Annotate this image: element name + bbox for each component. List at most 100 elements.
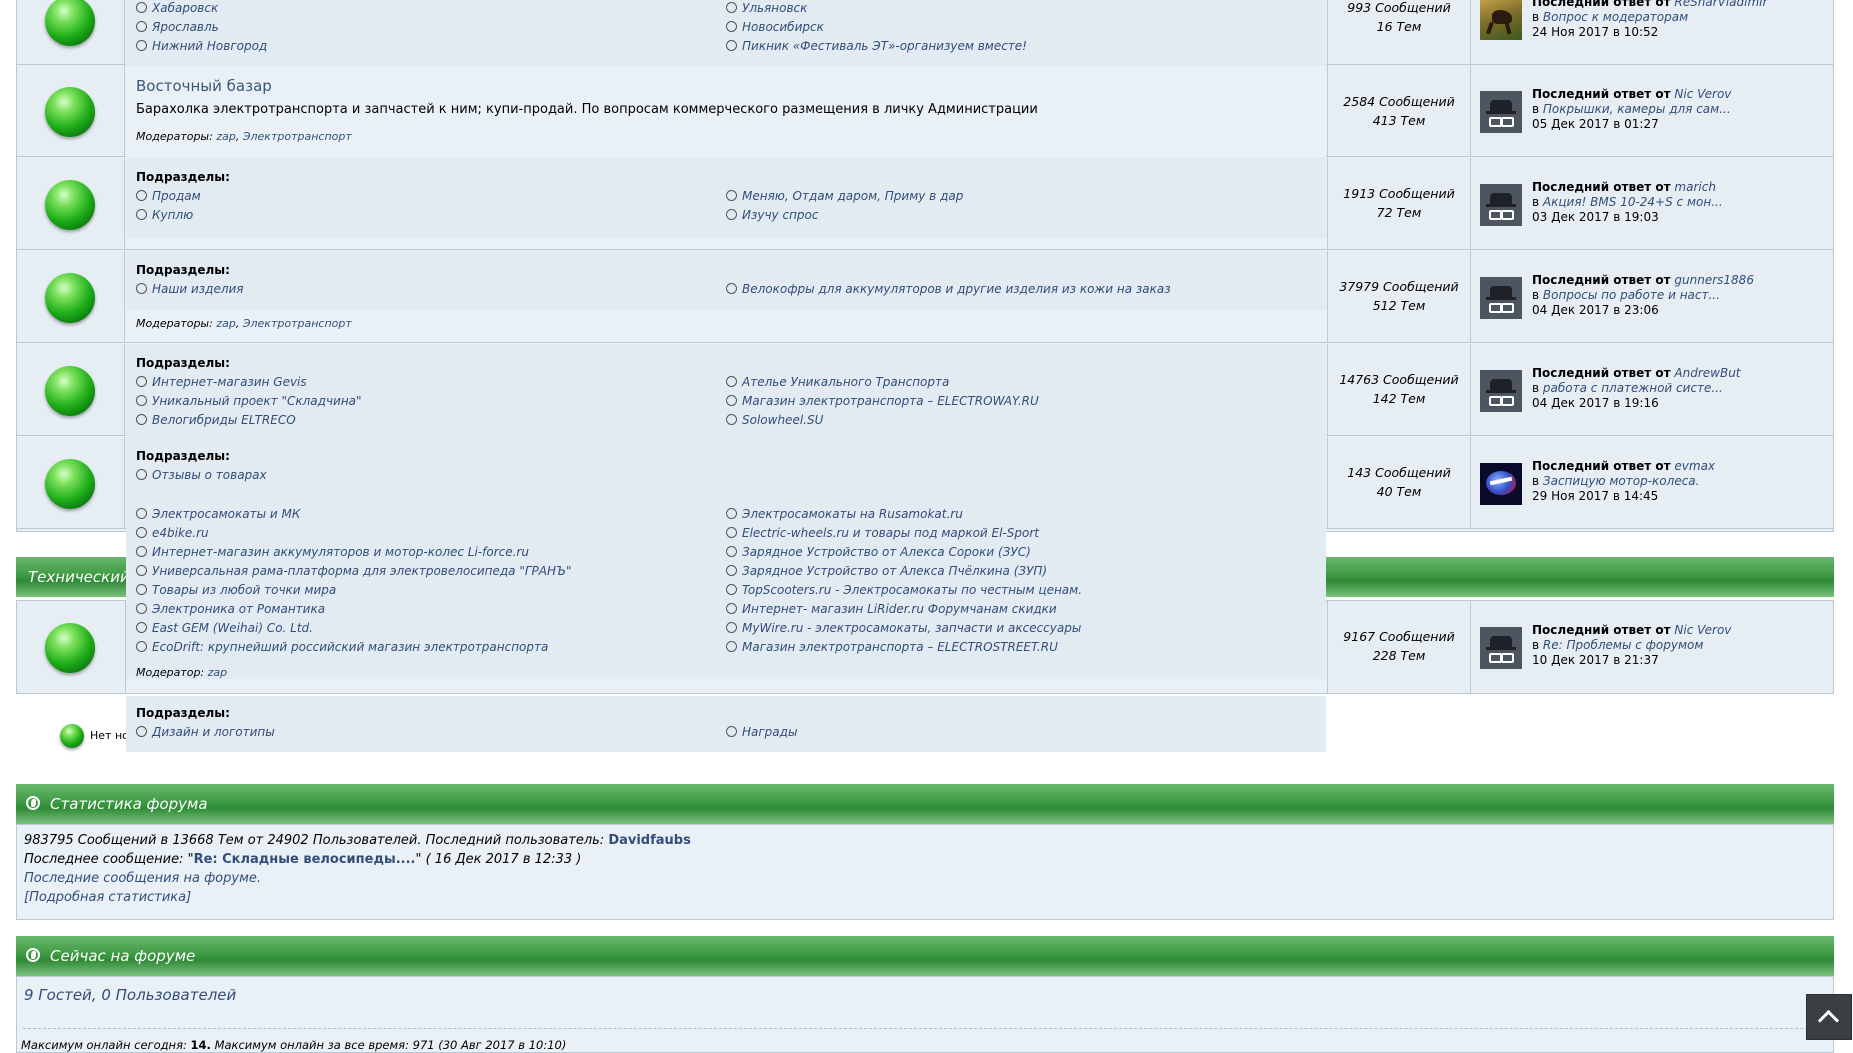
status-ball-icon — [45, 623, 95, 673]
last-post-user[interactable]: Nic Verov — [1674, 87, 1731, 101]
last-post-topic[interactable]: работа с платежной систе... — [1543, 381, 1723, 395]
posts-count: 1913 Сообщений — [1343, 186, 1455, 201]
subforum-link[interactable]: Электросамокаты и МК — [136, 507, 300, 521]
subforum-link[interactable]: Уникальный проект "Складчина" — [136, 394, 362, 408]
spy-avatar[interactable] — [1480, 91, 1522, 133]
subforum-link[interactable]: e4bike.ru — [136, 526, 209, 540]
subforum-panel: Хабаровск Ярославль Нижний Новгород Улья… — [126, 0, 1326, 66]
moderator-link[interactable]: zap — [216, 130, 236, 143]
spy-avatar[interactable] — [1480, 277, 1522, 319]
subforum-link[interactable]: Electric-wheels.ru и товары под маркой E… — [726, 526, 1039, 540]
subforum-link[interactable]: TopScooters.ru - Электросамокаты по чест… — [726, 583, 1082, 597]
spy-avatar[interactable] — [1480, 627, 1522, 669]
detailed-stats-link[interactable]: [Подробная статистика] — [24, 890, 191, 905]
status-ball-icon — [45, 459, 95, 509]
last-post-prefix: Последний ответ от — [1532, 273, 1671, 287]
subforum-link[interactable]: Магазин электротранспорта – ELECTROSTREE… — [726, 640, 1058, 654]
last-post-topic[interactable]: Re: Проблемы с форумом — [1543, 638, 1704, 652]
subforum-link[interactable]: EcoDrift: крупнейший российский магазин … — [136, 640, 548, 654]
last-post-topic[interactable]: Акция! BMS 10-24+S с мон... — [1543, 195, 1723, 209]
last-post-topic[interactable]: Заспицую мотор-колеса. — [1543, 474, 1700, 488]
online-title: Сейчас на форуме — [50, 947, 196, 965]
stats-line2: Последнее сообщение: "Re: Складные велос… — [24, 852, 581, 867]
subforum-link[interactable]: Отзывы о товарах — [136, 468, 267, 482]
subforum-link[interactable]: Дизайн и логотипы — [136, 725, 275, 739]
moderator-link[interactable]: Электротранспорт — [243, 317, 352, 330]
max-all-label: Максимум онлайн за все время: — [214, 1038, 409, 1052]
subforum-link[interactable]: Ярославль — [136, 20, 219, 34]
subforum-panel: Подразделы: Дизайн и логотипы Награды — [126, 696, 1326, 752]
subforum-link[interactable]: Ульяновск — [726, 1, 807, 15]
back-to-top-button[interactable] — [1806, 994, 1852, 1040]
last-post-user[interactable]: evmax — [1674, 459, 1715, 473]
horse-avatar[interactable] — [1480, 0, 1522, 40]
last-post-topic[interactable]: Покрышки, камеры для сам... — [1543, 102, 1731, 116]
moderator-link[interactable]: Электротранспорт — [243, 130, 352, 143]
moderators-strip: Модераторы: zap, Электротранспорт — [126, 310, 1326, 342]
max-all-value: 971 (30 Авг 2017 в 10:10) — [412, 1038, 567, 1052]
forum-info-panel: Восточный базар Барахолка электротранспо… — [126, 66, 1326, 157]
last-post-prefix: Последний ответ от — [1532, 459, 1671, 473]
last-post-user[interactable]: Nic Verov — [1674, 623, 1731, 637]
spy-avatar[interactable] — [1480, 370, 1522, 412]
moderator-link[interactable]: zap — [208, 666, 228, 679]
subforum-link[interactable]: Универсальная рама-платформа для электро… — [136, 564, 572, 578]
forum-stats: 9167 Сообщений 228 Тем — [1327, 601, 1471, 693]
last-post: Последний ответ от Nic Verov в Re: Пробл… — [1471, 601, 1833, 693]
subforum-link[interactable]: Изучу спрос — [726, 208, 818, 222]
subforum-link[interactable]: Велокофры для аккумуляторов и другие изд… — [726, 282, 1171, 296]
subforum-link[interactable]: Наши изделия — [136, 282, 244, 296]
subforum-panel: Подразделы: Интернет-магазин Gevis Уника… — [126, 344, 1326, 437]
last-post-user[interactable]: gunners1886 — [1674, 273, 1754, 287]
subforum-link[interactable]: Куплю — [136, 208, 193, 222]
subforum-link[interactable]: Меняю, Отдам даром, Приму в дар — [726, 189, 963, 203]
last-message-label: Последнее сообщение: " — [24, 852, 194, 867]
category-title[interactable]: Технический — [28, 568, 130, 586]
latest-user-link[interactable]: Davidfaubs — [608, 833, 691, 848]
online-users[interactable]: 9 Гостей, 0 Пользователей — [24, 986, 236, 1004]
last-post-topic[interactable]: Вопрос к модераторам — [1543, 10, 1688, 24]
subforum-link[interactable]: Товары из любой точки мира — [136, 583, 336, 597]
subforum-link[interactable]: Новосибирск — [726, 20, 824, 34]
subforum-link[interactable]: Награды — [726, 725, 797, 739]
moderators: Модераторы: zap, Электротранспорт — [136, 130, 352, 143]
last-post: Последний ответ от evmax в Заспицую мото… — [1471, 437, 1833, 528]
topics-count: 142 Тем — [1372, 391, 1426, 406]
subforum-link[interactable]: Интернет-магазин Gevis — [136, 375, 307, 389]
subforum-link[interactable]: East GEM (Weihai) Co. Ltd. — [136, 621, 313, 635]
subforums-title: Подразделы: — [136, 263, 230, 277]
subforums-title: Подразделы: — [136, 356, 230, 370]
posts-count: 993 Сообщений — [1347, 0, 1451, 15]
last-message-link[interactable]: Re: Складные велосипеды.... — [194, 852, 416, 867]
subforum-link[interactable]: Ателье Уникального Транспорта — [726, 375, 949, 389]
subforum-link[interactable]: Solowheel.SU — [726, 413, 823, 427]
online-box: 9 Гостей, 0 Пользователей Максимум онлай… — [16, 976, 1834, 1053]
subforum-link[interactable]: Магазин электротранспорта – ELECTROWAY.R… — [726, 394, 1039, 408]
subforum-link[interactable]: Электроника от Романтика — [136, 602, 325, 616]
subforum-link[interactable]: Интернет- магазин LiRider.ru Форумчанам … — [726, 602, 1057, 616]
subforum-link[interactable]: Зарядное Устройство от Алекса Сороки (ЗУ… — [726, 545, 1031, 559]
subforum-link[interactable]: MyWire.ru - электросамокаты, запчасти и … — [726, 621, 1081, 635]
forum-title[interactable]: Восточный базар — [136, 77, 272, 95]
subforum-link[interactable]: Велогибриды ELTRECO — [136, 413, 296, 427]
subforum-link[interactable]: Продам — [136, 189, 201, 203]
subforum-link[interactable]: Интернет-магазин аккумуляторов и мотор-к… — [136, 545, 529, 559]
last-post-prefix: Последний ответ от — [1532, 623, 1671, 637]
subforum-link[interactable]: Пикник «Фестиваль ЭТ»-организуем вместе! — [726, 39, 1027, 53]
last-post-user[interactable]: ReSharVladimir — [1674, 0, 1767, 9]
last-post-user[interactable]: AndrewBut — [1674, 366, 1740, 380]
subforum-link[interactable]: Электросамокаты на Rusamokat.ru — [726, 507, 963, 521]
subforum-link[interactable]: Нижний Новгород — [136, 39, 267, 53]
subforum-link[interactable]: Зарядное Устройство от Алекса Пчёлкина (… — [726, 564, 1047, 578]
logo-avatar[interactable] — [1480, 463, 1522, 505]
subforum-link[interactable]: Хабаровск — [136, 1, 218, 15]
globe-icon — [26, 796, 40, 810]
last-post-in: в — [1532, 102, 1540, 116]
last-post-in: в — [1532, 10, 1540, 24]
moderator-link[interactable]: zap — [216, 317, 236, 330]
recent-posts-link[interactable]: Последние сообщения на форуме. — [24, 871, 261, 886]
spy-avatar[interactable] — [1480, 184, 1522, 226]
last-post-user[interactable]: marich — [1674, 180, 1716, 194]
forum-stats: 2584 Сообщений 413 Тем — [1327, 65, 1471, 156]
last-post-topic[interactable]: Вопросы по работе и наст... — [1543, 288, 1720, 302]
